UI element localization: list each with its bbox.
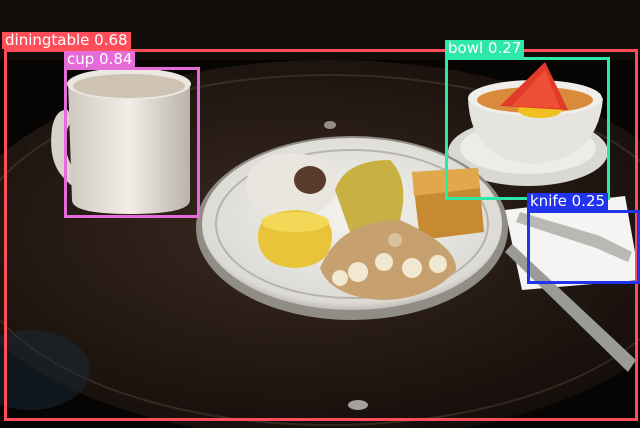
knife-label: knife 0.25 bbox=[527, 193, 609, 210]
cup-box bbox=[64, 67, 200, 218]
bowl-box bbox=[445, 57, 610, 200]
knife-box bbox=[527, 210, 640, 284]
cup-label: cup 0.84 bbox=[64, 51, 136, 68]
bowl-label: bowl 0.27 bbox=[445, 40, 525, 57]
detection-scene: diningtable 0.68 cup 0.84 bowl 0.27 knif… bbox=[0, 0, 640, 428]
diningtable-label: diningtable 0.68 bbox=[2, 32, 131, 49]
